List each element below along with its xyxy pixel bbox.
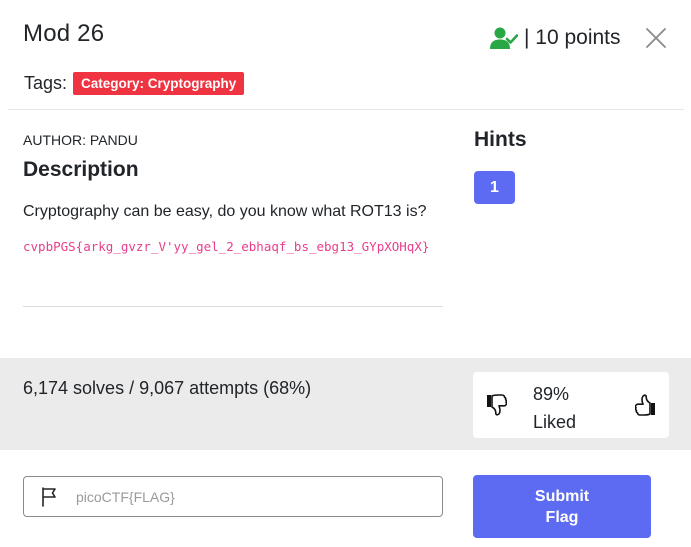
encoded-flag: cvpbPGS{arkg_gvzr_V'yy_gel_2_ebhaqf_bs_e… (23, 239, 430, 254)
solves-text: 6,174 solves / 9,067 attempts (68%) (23, 378, 312, 398)
author-label: AUTHOR: PANDU (23, 132, 138, 148)
rating-summary: 89% Liked (533, 380, 576, 436)
flag-input-wrapper (23, 476, 443, 517)
liked-percent: 89% (533, 384, 570, 404)
category-tag[interactable]: Category: Cryptography (73, 72, 245, 95)
thumbs-up-icon[interactable] (635, 393, 657, 417)
points-display: | 10 points (490, 24, 621, 52)
hints-heading: Hints (474, 128, 527, 151)
tags-row: Tags: Category: Cryptography (24, 72, 245, 95)
rating-card: 89% Liked (473, 372, 669, 438)
stats-band: 6,174 solves / 9,067 attempts (68%) 89% … (0, 358, 691, 450)
liked-label: Liked (533, 412, 577, 432)
submit-flag-label: Submit Flag (534, 487, 590, 526)
description-divider (23, 306, 443, 307)
hint-button-1[interactable]: 1 (474, 171, 515, 204)
points-text: | 10 points (524, 26, 621, 49)
flag-input[interactable] (76, 477, 442, 516)
user-check-icon (490, 27, 518, 49)
tags-label: Tags: (24, 73, 68, 93)
close-icon[interactable] (644, 26, 668, 50)
description-text: Cryptography can be easy, do you know wh… (23, 203, 427, 220)
challenge-title: Mod 26 (23, 20, 105, 47)
flag-icon (42, 486, 56, 507)
challenge-modal: Mod 26 | 10 points Tags: Category: Crypt… (0, 0, 691, 547)
header-divider (8, 109, 684, 110)
submit-flag-button[interactable]: Submit Flag (473, 475, 651, 538)
thumbs-down-icon[interactable] (485, 393, 507, 417)
description-heading: Description (23, 158, 139, 181)
